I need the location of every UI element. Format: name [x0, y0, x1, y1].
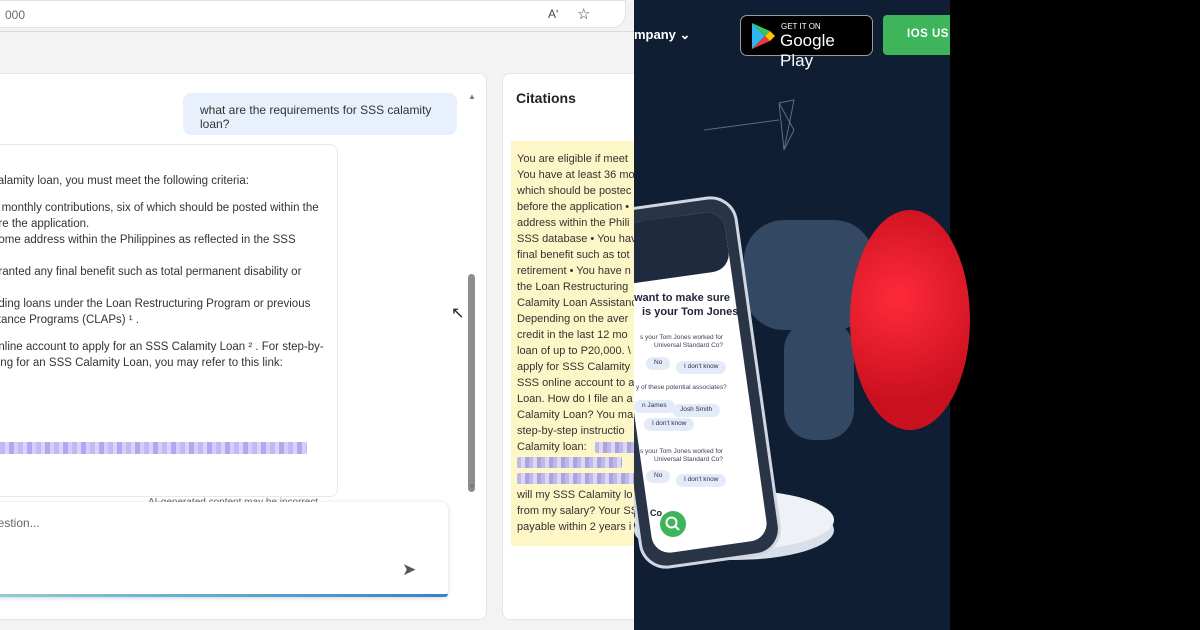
answer-line: ore the application. — [0, 218, 90, 230]
phone-question-line: Universal Standard Co? — [654, 456, 724, 463]
citation-line: loan of up to P20,000. \ — [517, 345, 631, 357]
address-text[interactable]: 000 — [5, 8, 25, 22]
citation-line: before the application • — [517, 201, 630, 213]
redacted-link[interactable] — [595, 442, 634, 453]
citation-line: payable within 2 years i — [517, 521, 632, 533]
input-focus-underline — [0, 594, 448, 597]
answer-chip[interactable]: I don't know — [676, 474, 727, 487]
chat-input-box[interactable]: uestion... ➤ — [0, 502, 448, 597]
answer-line: nding loans under the Loan Restructuring… — [0, 298, 311, 310]
phone-question-line: s your Tom Jones worked for — [640, 448, 723, 455]
phone-heading-line: is your Tom Jones — [642, 306, 739, 318]
answer-line: calamity loan, you must meet the followi… — [0, 175, 249, 187]
phone-question-line: s your Tom Jones worked for — [640, 334, 723, 341]
citation-line: from my salary? Your SS — [517, 505, 634, 517]
phone-question-line: Universal Standard Co? — [654, 342, 724, 349]
google-play-label: Google Play — [780, 31, 835, 70]
citation-line: apply for SSS Calamity — [517, 361, 631, 373]
red-object — [850, 210, 970, 430]
citation-line: which should be postec — [517, 185, 632, 197]
citation-line: the Loan Restructuring — [517, 281, 629, 293]
redacted-link[interactable] — [0, 442, 307, 454]
answer-line: stance Programs (CLAPs) ¹ . — [0, 314, 139, 326]
citation-line: Depending on the aver — [517, 313, 629, 325]
chat-window: 000 Aʹ ☆ what are the requirements for S… — [0, 0, 634, 630]
citation-line: Calamity loan: — [517, 441, 587, 453]
favorite-star-icon[interactable]: ☆ — [577, 5, 590, 23]
citations-panel: Citations You are eligible if meet You h… — [502, 73, 634, 620]
answer-line: online account to apply for an SSS Calam… — [0, 341, 324, 353]
scroll-up-arrow-icon[interactable]: ▲ — [468, 92, 476, 101]
answer-chip[interactable]: I don't know — [676, 361, 727, 374]
scrollbar-thumb[interactable] — [468, 274, 475, 492]
dark-panel — [850, 0, 1200, 630]
redacted-link[interactable] — [517, 457, 622, 468]
chat-scrollbar[interactable]: ▲ ▼ — [468, 92, 476, 512]
google-play-button[interactable]: GET IT ON Google Play — [740, 15, 873, 70]
mouse-cursor-icon: ↖ — [451, 305, 465, 322]
answer-chip[interactable]: Josh Smith — [672, 404, 721, 417]
send-icon[interactable]: ➤ — [402, 560, 416, 580]
answer-line: ving for an SSS Calamity Loan, you may r… — [0, 357, 283, 369]
company-menu-label[interactable]: mpany — [634, 27, 676, 42]
company-menu[interactable]: mpany ⌄ — [634, 27, 690, 43]
citation-excerpt: You are eligible if meet You have at lea… — [511, 141, 634, 546]
toolbar-divider — [0, 31, 634, 32]
google-play-small-label: GET IT ON — [781, 22, 821, 31]
citation-line: will my SSS Calamity lo — [517, 489, 633, 501]
citation-line: Calamity Loan? You ma — [517, 409, 634, 421]
citation-line: SSS online account to a — [517, 377, 634, 389]
citation-line: You are eligible if meet — [517, 153, 628, 165]
search-fab-icon[interactable] — [659, 510, 687, 538]
chat-input-placeholder[interactable]: uestion... — [0, 516, 40, 530]
redacted-link[interactable] — [517, 473, 634, 484]
answer-chip[interactable]: I don't know — [644, 418, 695, 431]
answer-line: granted any final benefit such as total … — [0, 266, 302, 278]
answer-chip[interactable]: n James — [634, 400, 675, 413]
answer-line: 6 monthly contributions, six of which sh… — [0, 202, 319, 214]
read-aloud-icon[interactable]: Aʹ — [548, 7, 558, 21]
phone-heading-line: want to make sure — [634, 292, 730, 304]
answer-chip[interactable]: No — [646, 470, 671, 483]
citation-line: address within the Phili — [517, 217, 630, 229]
citation-line: Calamity Loan Assistanc — [517, 297, 634, 309]
citation-line: You have at least 36 mo — [517, 169, 634, 181]
chevron-down-icon[interactable]: ⌄ — [680, 27, 691, 42]
citation-line: SSS database • You hav — [517, 233, 634, 245]
citations-title: Citations — [516, 90, 576, 106]
citation-line: retirement • You have n — [517, 265, 631, 277]
user-message-bubble: what are the requirements for SSS calami… — [183, 93, 457, 135]
answer-line: home address within the Philippines as r… — [0, 234, 296, 246]
address-bar[interactable]: 000 Aʹ ☆ — [0, 0, 626, 28]
citation-line: credit in the last 12 mo — [517, 329, 628, 341]
scroll-down-arrow-icon[interactable]: ▼ — [468, 482, 476, 491]
google-play-icon — [752, 23, 775, 49]
phone-question-line: y of these potential associates? — [636, 384, 727, 391]
answer-chip[interactable]: No — [646, 357, 671, 370]
citation-line: final benefit such as tot — [517, 249, 630, 261]
citation-line: Loan. How do I file an a — [517, 393, 633, 405]
citation-line: step-by-step instructio — [517, 425, 625, 437]
assistant-answer-card: calamity loan, you must meet the followi… — [0, 144, 338, 508]
chat-panel: what are the requirements for SSS calami… — [0, 73, 487, 620]
ios-button[interactable]: IOS US — [883, 15, 950, 55]
